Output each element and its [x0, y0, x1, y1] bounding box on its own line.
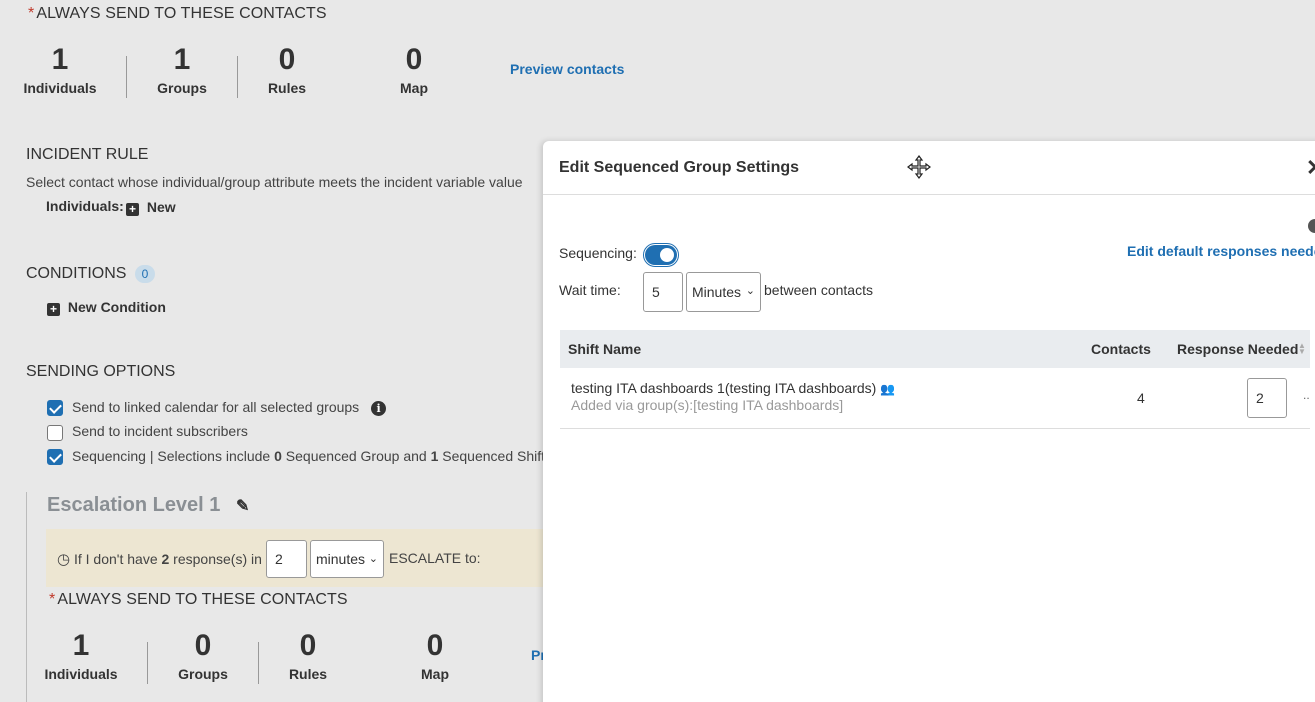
- pencil-icon[interactable]: ✎: [236, 498, 249, 515]
- edit-default-responses-link[interactable]: Edit default responses needed: [1127, 243, 1315, 259]
- count-individuals: 1 Individuals: [23, 43, 97, 97]
- close-icon[interactable]: ✕: [1306, 155, 1315, 181]
- contacts-count-cell: 4: [1137, 390, 1145, 406]
- chevron-down-icon: ⌄: [745, 285, 755, 297]
- incident-rule-description: Select contact whose individual/group at…: [26, 174, 523, 190]
- incident-subscribers-label: Send to incident subscribers: [72, 423, 248, 439]
- plus-icon: +: [47, 303, 60, 316]
- modal-header: Edit Sequenced Group Settings ✕: [543, 141, 1315, 195]
- help-icon[interactable]: [1308, 219, 1315, 233]
- column-shift-name[interactable]: Shift Name: [568, 341, 641, 357]
- count-rules: 0 Rules: [267, 43, 307, 97]
- escalation-time-input[interactable]: 2: [266, 540, 307, 578]
- sort-icon[interactable]: ▲ ▼: [1298, 342, 1306, 356]
- between-contacts-label: between contacts: [764, 282, 873, 298]
- clock-icon: ◷: [57, 551, 71, 568]
- divider: [126, 56, 127, 98]
- conditions-title: CONDITIONS 0: [26, 265, 155, 283]
- shift-name-cell: testing ITA dashboards 1(testing ITA das…: [571, 380, 896, 396]
- chevron-down-icon: ⌄: [368, 553, 378, 565]
- move-icon[interactable]: [907, 155, 931, 179]
- added-via-text: Added via group(s):[testing ITA dashboar…: [571, 397, 844, 413]
- count-map: 0 Map: [400, 43, 428, 97]
- group-icon: 👥: [880, 382, 896, 396]
- divider: [147, 642, 148, 684]
- escalation-count-map: 0 Map: [421, 629, 449, 683]
- incident-subscribers-checkbox[interactable]: [47, 425, 63, 441]
- escalation-count-individuals: 1 Individuals: [44, 629, 118, 683]
- wait-time-input[interactable]: 5: [643, 272, 683, 312]
- new-condition-button[interactable]: + New Condition: [47, 299, 166, 316]
- sequencing-toggle[interactable]: [645, 245, 677, 265]
- escalation-time-unit-select[interactable]: minutes ⌄: [310, 540, 384, 578]
- info-icon[interactable]: i: [371, 401, 387, 416]
- edit-sequenced-group-modal: Edit Sequenced Group Settings ✕ Sequenci…: [543, 141, 1315, 702]
- escalation-vertical-line: [26, 492, 27, 702]
- conditions-count-badge: 0: [134, 265, 155, 283]
- escalation-title: Escalation Level 1 ✎: [47, 494, 250, 516]
- modal-title: Edit Sequenced Group Settings: [559, 159, 800, 176]
- plus-icon: +: [126, 203, 139, 216]
- preview-contacts-link[interactable]: Preview contacts: [510, 61, 624, 77]
- new-individual-button[interactable]: + New: [126, 199, 176, 216]
- escalation-count-rules: 0 Rules: [288, 629, 328, 683]
- sending-options-title: SENDING OPTIONS: [26, 363, 176, 380]
- sequencing-checkbox[interactable]: [47, 449, 63, 465]
- sequencing-label: Sequencing | Selections include 0 Sequen…: [72, 448, 553, 464]
- count-groups: 1 Groups: [157, 43, 207, 97]
- column-contacts[interactable]: Contacts: [1091, 341, 1151, 357]
- escalation-always-send-title: * ALWAYS SEND TO THESE CONTACTS: [49, 591, 348, 608]
- linked-calendar-label: Send to linked calendar for all selected…: [72, 399, 387, 416]
- more-icon[interactable]: ..: [1303, 388, 1310, 402]
- table-header: Shift Name Contacts Response Needed ▲ ▼: [560, 330, 1310, 368]
- wait-time-label: Wait time:: [559, 282, 621, 298]
- escalate-to-label: ESCALATE to:: [389, 550, 481, 566]
- linked-calendar-checkbox[interactable]: [47, 400, 63, 416]
- individuals-label: Individuals:: [46, 198, 124, 214]
- sequencing-toggle-label: Sequencing:: [559, 245, 637, 261]
- table-row: testing ITA dashboards 1(testing ITA das…: [560, 368, 1310, 429]
- wait-time-unit-select[interactable]: Minutes ⌄: [686, 272, 761, 312]
- always-send-title: * ALWAYS SEND TO THESE CONTACTS: [28, 5, 327, 22]
- response-needed-input[interactable]: 2: [1247, 378, 1287, 418]
- escalation-rule-text: ◷ If I don't have 2 response(s) in: [57, 551, 262, 568]
- column-response-needed[interactable]: Response Needed: [1177, 341, 1298, 357]
- escalation-count-groups: 0 Groups: [178, 629, 228, 683]
- incident-rule-title: INCIDENT RULE: [26, 146, 149, 163]
